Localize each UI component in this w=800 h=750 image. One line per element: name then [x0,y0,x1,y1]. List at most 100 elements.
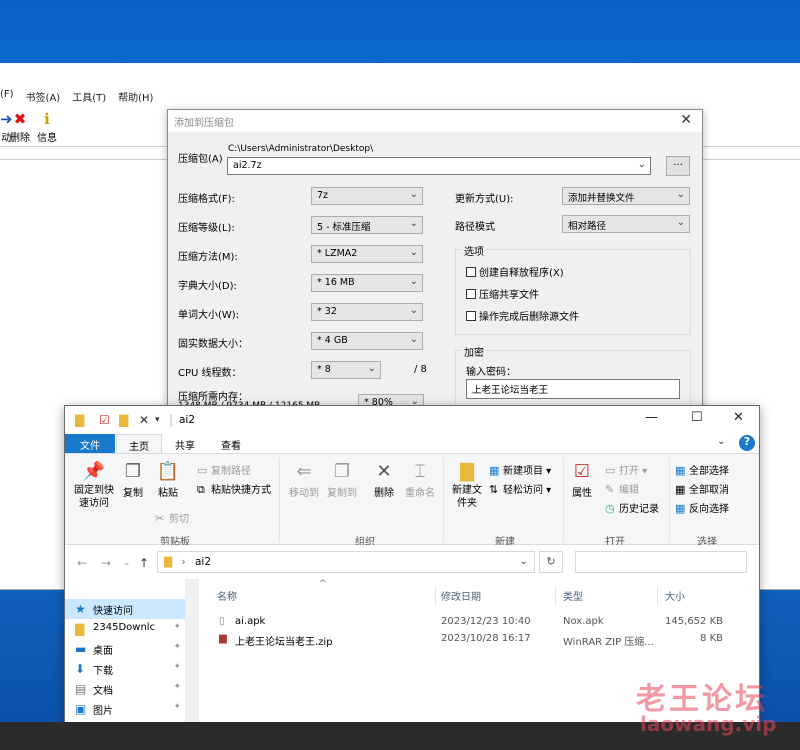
close-icon[interactable]: ✕ [733,410,744,425]
menu-tools[interactable]: 工具(T) [72,89,106,107]
password-input[interactable]: 上老王论坛当老王 [466,379,680,399]
open-button[interactable]: ▭ 打开 ▾ [605,462,647,477]
pin-icon: ✦ [173,642,181,652]
format-select[interactable]: 7z ⌄ [311,187,423,205]
update-select[interactable]: 添加并替换文件 ⌄ [562,187,690,205]
file-row[interactable]: ▆ 上老王论坛当老王.zip 2023/10/28 16:17 WinRAR Z… [215,631,735,648]
paste-shortcut-button[interactable]: ⧉ 粘贴快捷方式 [197,481,271,497]
edit-button[interactable]: ✎ 编辑 [605,481,639,496]
move-to-button[interactable]: ⇐ 移动到 [287,460,321,499]
pin-quick-access-button[interactable]: 📌 固定到快速访问 [71,460,117,510]
column-name[interactable]: 名称 [217,588,237,603]
maximize-icon[interactable]: ☐ [691,410,703,425]
nav-2345download[interactable]: ▇ 2345Downlc ✦ [65,619,185,639]
dict-select[interactable]: * 16 MB ⌄ [311,274,423,292]
select-all-button[interactable]: ▦ 全部选择 [675,462,729,477]
select-none-button[interactable]: ▦ 全部取消 [675,481,729,496]
path-select[interactable]: 相对路径 ⌄ [562,215,690,233]
sort-chevron-up-icon: ^ [319,579,327,589]
breadcrumb-chevron-icon: › [181,556,186,568]
address-box[interactable]: ▇ › ai2 ⌄ [157,551,535,573]
up-arrow-icon[interactable]: ↑ [139,556,149,570]
minimize-icon[interactable]: — [645,410,658,425]
tab-file[interactable]: 文件 [65,434,115,454]
nav-downloads[interactable]: ⬇ 下载 ✦ [65,659,185,679]
chevron-down-icon[interactable]: ⌄ [519,555,528,567]
solid-select[interactable]: * 4 GB ⌄ [311,332,423,350]
solid-label: 固实数据大小： [178,339,248,350]
pin-icon: 📌 [82,461,106,482]
breadcrumb-ai2[interactable]: ai2 [195,556,211,568]
refresh-icon[interactable]: ↻ [539,551,563,573]
copy-path-icon: ▭ [197,464,208,477]
archive-name-input[interactable]: ai2.7z ⌄ [227,157,651,175]
chevron-down-icon: ⌄ [676,189,685,200]
tab-view[interactable]: 查看 [208,434,254,454]
chevron-down-icon: ⌄ [409,305,418,316]
paste-button[interactable]: 📋 粘贴 [153,460,183,499]
tab-share[interactable]: 共享 [162,434,208,454]
close-icon[interactable]: ✕ [680,112,692,128]
column-type[interactable]: 类型 [563,588,583,603]
browse-button[interactable]: ... [666,156,690,176]
copy-button[interactable]: ❐ 复制 [119,460,147,499]
word-label: 单词大小(W): [178,310,240,321]
shared-checkbox[interactable]: 压缩共享文件 [466,286,539,301]
menubar: (F) 书签(A) 工具(T) 帮助(H) [0,89,800,107]
customize-dropdown-icon[interactable]: ▾ [155,413,160,427]
method-select[interactable]: * LZMA2 ⌄ [311,245,423,263]
column-date[interactable]: 修改日期 [441,588,481,603]
nav-quick-access[interactable]: ★ 快速访问 [65,599,185,619]
level-label: 压缩等级(L): [178,223,235,234]
winrar-zip-icon: ▆ [219,633,227,644]
folder-icon: ▇ [75,413,85,427]
properties-check-icon[interactable]: ☑ [99,413,110,427]
copy-to-button[interactable]: ❐ 复制到 [325,460,359,499]
history-button[interactable]: ◷ 历史记录 [605,500,659,515]
copy-path-button[interactable]: ▭ 复制路径 [197,462,251,477]
search-input[interactable] [575,551,747,573]
help-icon[interactable]: ? [739,435,755,451]
menu-bookmarks[interactable]: 书签(A) [26,89,61,107]
sfx-checkbox[interactable]: 创建自释放程序(X) [466,264,564,279]
new-item-button[interactable]: ▦ 新建项目 ▾ [489,462,551,477]
nav-pictures[interactable]: ▣ 图片 ✦ [65,699,185,719]
invert-selection-button[interactable]: ▦ 反向选择 [675,500,729,515]
invert-icon: ▦ [675,502,686,515]
delete-button[interactable]: ✕ 删除 [369,460,399,499]
new-folder-button[interactable]: ▇ 新建文件夹 [449,460,485,510]
chevron-down-icon: ⌄ [676,217,685,228]
menu-help[interactable]: 帮助(H) [118,89,153,107]
easy-access-icon: ⇅ [489,483,499,496]
tab-home[interactable]: 主页 [116,434,162,454]
nav-desktop[interactable]: ▬ 桌面 ✦ [65,639,185,659]
nav-scrollbar[interactable] [185,579,199,724]
rename-button[interactable]: ⌶ 重命名 [403,460,437,499]
word-select[interactable]: * 32 ⌄ [311,303,423,321]
nav-documents[interactable]: ▤ 文档 ✦ [65,679,185,699]
delete-button[interactable]: ✖ 删除 [10,109,30,144]
picture-icon: ▣ [75,702,87,716]
folder-icon: ▇ [164,556,173,568]
delete-source-checkbox[interactable]: 操作完成后删除源文件 [466,308,579,323]
new-folder-icon[interactable]: ▇ [119,413,128,427]
properties-button[interactable]: ☑ 属性 [567,460,597,499]
copy-to-icon: ❐ [333,461,351,482]
separator [669,458,670,542]
cpu-select[interactable]: * 8 ⌄ [311,361,381,379]
info-button[interactable]: ℹ 信息 [37,109,57,144]
column-size[interactable]: 大小 [665,588,685,603]
easy-access-button[interactable]: ⇅ 轻松访问 ▾ [489,481,551,496]
back-arrow-icon[interactable]: ← [77,556,87,570]
chevron-down-icon: ⌄ [409,276,418,287]
recent-chevron-icon[interactable]: ⌄ [123,558,131,568]
file-row[interactable]: ▯ ai.apk 2023/12/23 10:40 Nox.apk 145,65… [215,614,735,631]
chevron-down-icon[interactable]: ⌄ [717,436,725,447]
chevron-down-icon: ⌄ [409,189,418,200]
level-select[interactable]: 5 - 标准压缩 ⌄ [311,216,423,234]
cut-button[interactable]: ✂ 剪切 [155,510,189,525]
forward-arrow-icon[interactable]: → [101,556,111,570]
delete-icon[interactable]: ✕ [139,413,149,427]
explorer-titlebar: ▇ ☑ ▇ ✕ ▾ | ai2 — ☐ ✕ [65,406,759,434]
menu-file[interactable]: (F) [0,89,14,107]
